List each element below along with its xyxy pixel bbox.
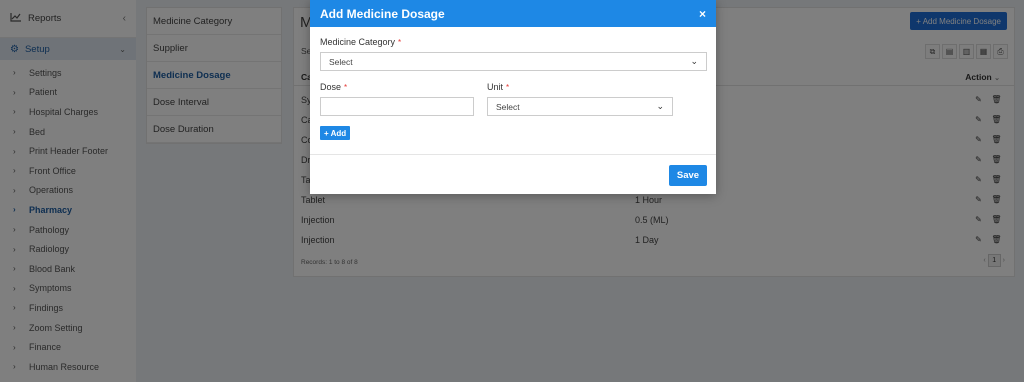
dose-input[interactable]: [320, 97, 474, 116]
chevron-down-icon: ⌄: [690, 56, 698, 66]
select-value: Select: [496, 101, 520, 112]
field-label-text: Medicine Category: [320, 37, 396, 47]
modal-title: Add Medicine Dosage: [320, 6, 445, 21]
add-row-button[interactable]: + Add: [320, 126, 351, 140]
field-label-text: Dose: [320, 82, 342, 92]
select-value: Select: [329, 56, 353, 67]
unit-label: Unit *: [487, 82, 509, 92]
unit-select[interactable]: Select ⌄: [487, 97, 673, 116]
required-mark: *: [398, 38, 402, 47]
required-mark: *: [506, 83, 510, 92]
save-button[interactable]: Save: [669, 165, 707, 186]
close-icon[interactable]: ×: [699, 7, 706, 21]
modal-divider: [310, 154, 716, 155]
required-mark: *: [344, 83, 348, 92]
chevron-down-icon: ⌄: [656, 101, 664, 111]
add-medicine-dosage-modal: Add Medicine Dosage × Medicine Category *…: [310, 0, 716, 194]
field-label-text: Unit: [487, 82, 504, 92]
modal-header: Add Medicine Dosage ×: [310, 0, 716, 27]
dose-label: Dose *: [320, 82, 347, 92]
medicine-category-label: Medicine Category *: [320, 37, 401, 47]
medicine-category-select[interactable]: Select ⌄: [320, 52, 707, 71]
